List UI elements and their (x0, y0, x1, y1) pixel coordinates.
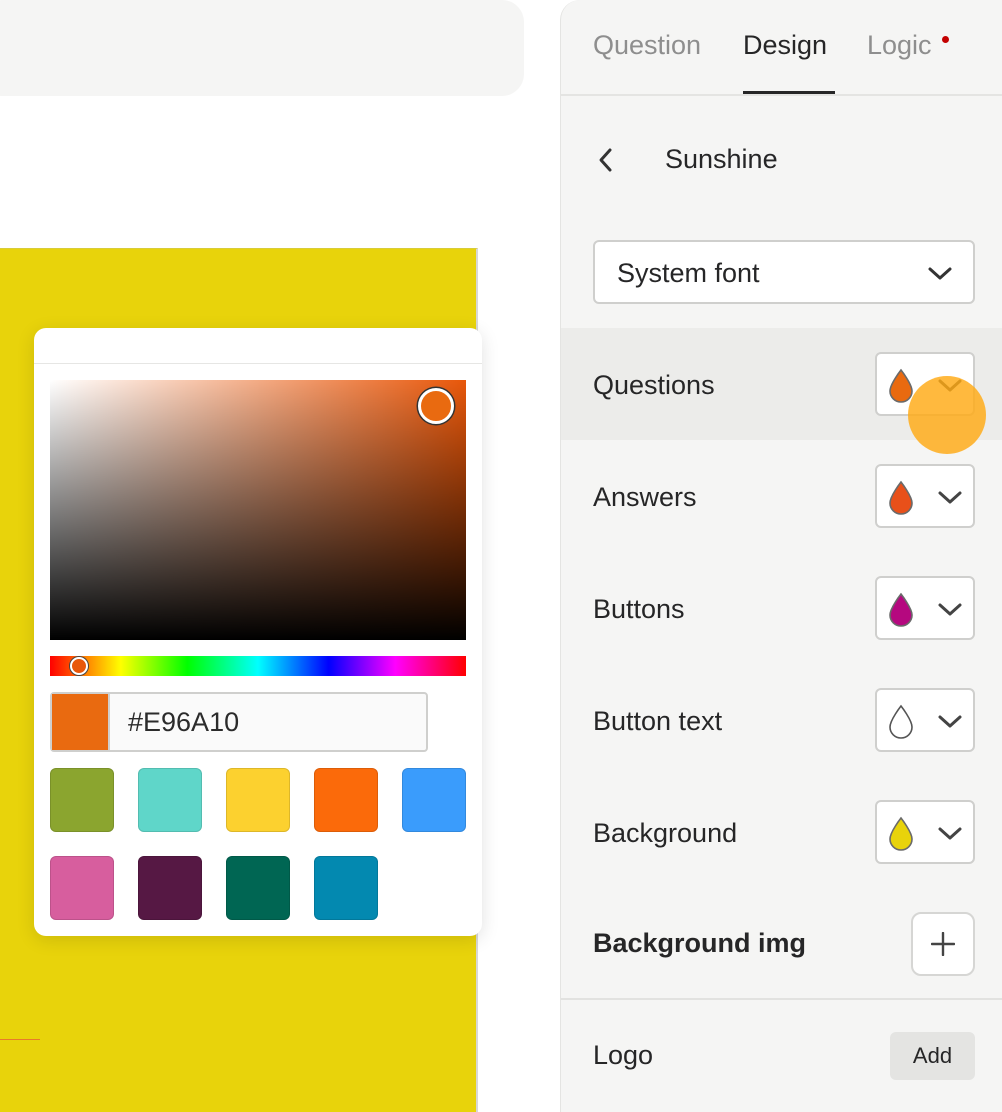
canvas-top-bar (0, 0, 524, 96)
tab-design[interactable]: Design (743, 30, 827, 61)
color-swatch[interactable] (226, 856, 290, 920)
color-swatch[interactable] (50, 856, 114, 920)
color-swatch[interactable] (314, 856, 378, 920)
color-dropdown-button[interactable] (875, 688, 975, 752)
hue-slider-handle[interactable] (70, 657, 88, 675)
panel-tabs: Question Design Logic (561, 0, 1002, 96)
color-swatch[interactable] (50, 768, 114, 832)
color-setting-label: Background (593, 818, 738, 848)
chevron-down-icon (937, 374, 963, 396)
color-swatch[interactable] (138, 856, 202, 920)
saturation-panel[interactable] (50, 380, 466, 640)
current-color-swatch (52, 694, 110, 750)
hex-input[interactable] (112, 694, 426, 750)
chevron-down-icon (937, 598, 963, 620)
hex-field (50, 692, 428, 752)
color-swatch[interactable] (402, 768, 466, 832)
drop-icon (887, 704, 915, 740)
tab-logic[interactable]: Logic (867, 30, 932, 61)
tab-question[interactable]: Question (593, 30, 701, 61)
color-dropdown-button[interactable] (875, 800, 975, 864)
notification-dot (942, 36, 949, 43)
color-picker-popover (34, 328, 482, 936)
color-setting-row: Button text (561, 664, 1002, 776)
saturation-handle[interactable] (418, 388, 454, 424)
drop-icon (887, 592, 915, 628)
preset-swatches (50, 768, 482, 920)
color-setting-label: Questions (593, 370, 715, 400)
color-setting-row: Questions (561, 328, 1002, 440)
drop-icon (887, 816, 915, 852)
chevron-down-icon (937, 822, 963, 844)
logo-label: Logo (593, 1040, 654, 1070)
background-img-label: Background img (593, 928, 807, 958)
color-setting-label: Button text (593, 706, 723, 736)
section-divider (561, 998, 1002, 1000)
design-panel: Question Design Logic Sunshine System fo… (560, 0, 1002, 1112)
font-select-value: System font (617, 258, 760, 288)
color-setting-row: Answers (561, 440, 1002, 552)
chevron-down-icon (927, 262, 953, 284)
color-setting-label: Buttons (593, 594, 685, 624)
color-swatch[interactable] (226, 768, 290, 832)
chevron-down-icon (937, 486, 963, 508)
active-tab-indicator (743, 91, 835, 94)
canvas-divider (0, 1039, 40, 1040)
color-setting-row: Buttons (561, 552, 1002, 664)
drop-icon (887, 368, 915, 404)
theme-name: Sunshine (665, 144, 778, 174)
add-background-img-button[interactable] (911, 912, 975, 976)
color-setting-label: Answers (593, 482, 697, 512)
color-swatch[interactable] (314, 768, 378, 832)
theme-header: Sunshine (561, 130, 1001, 190)
color-dropdown-button[interactable] (875, 576, 975, 640)
chevron-down-icon (937, 710, 963, 732)
font-select[interactable]: System font (593, 240, 975, 304)
color-swatch[interactable] (138, 768, 202, 832)
color-setting-row: Background (561, 776, 1002, 888)
drop-icon (887, 480, 915, 516)
color-dropdown-button[interactable] (875, 464, 975, 528)
color-picker-header (34, 328, 482, 364)
chevron-left-icon[interactable] (593, 144, 621, 176)
color-dropdown-button[interactable] (875, 352, 975, 416)
add-logo-button[interactable]: Add (890, 1032, 975, 1080)
hue-slider[interactable] (50, 656, 466, 676)
app-stage: Question Design Logic Sunshine System fo… (0, 0, 1002, 1112)
plus-icon (931, 932, 955, 956)
